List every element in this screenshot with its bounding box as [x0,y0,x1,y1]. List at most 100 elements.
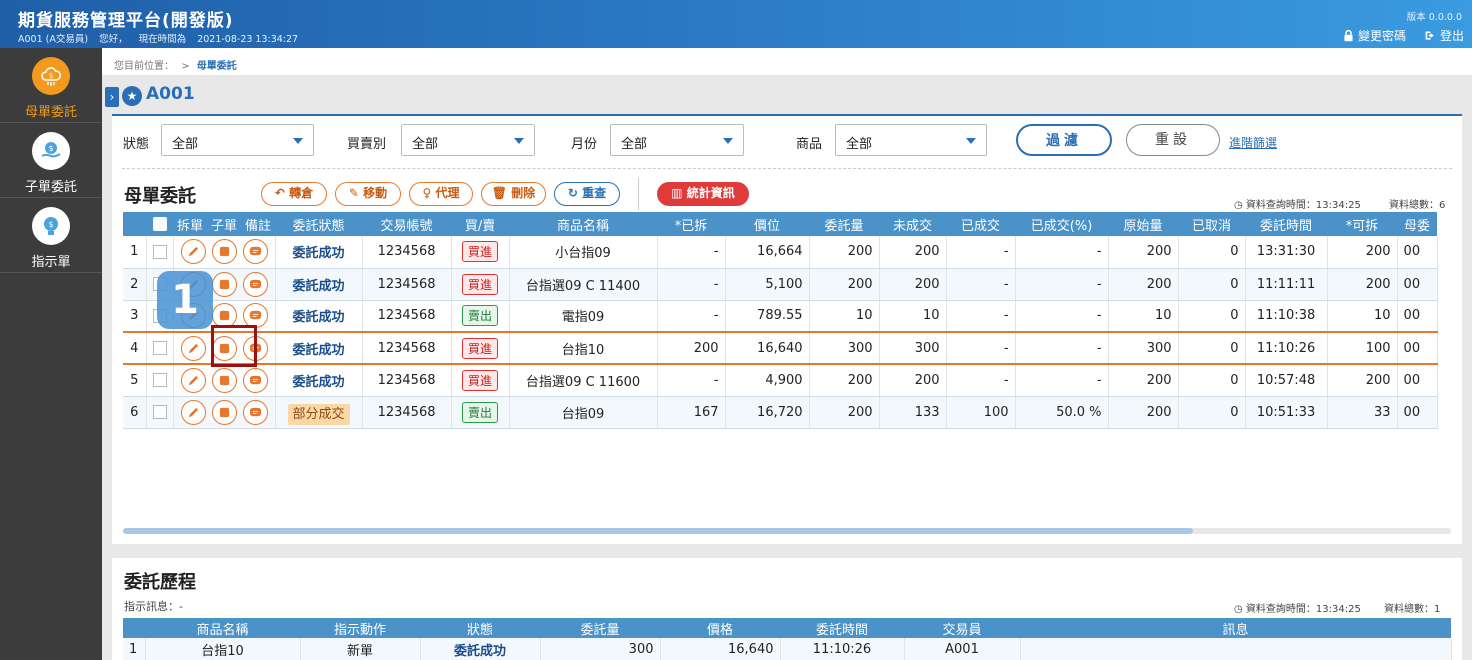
note-comment-icon[interactable] [242,399,268,425]
table-row[interactable]: 2 委託成功 1234568 買進 台指選09 C 11400-5,100 200 200-… [123,268,1438,301]
cell-split-qty: - [657,300,726,333]
table-row[interactable]: 3 委託成功 1234568 賣出 電指09-789.55 10 10- -10 0 11:10:… [123,300,1438,333]
row-checkbox[interactable] [152,373,167,388]
cell-unfilled: 133 [879,396,947,429]
split-pencil-icon[interactable] [180,399,206,425]
chevron-down-icon [966,138,976,144]
user-name: A001 (A交易員) [18,34,89,45]
move-label: 移動 [363,186,388,200]
cell-no: 3 [123,300,147,333]
history-query-time: ◷ 資料查詢時間：13:34:25 [1234,604,1361,615]
history-cell-time: 11:10:26 [780,638,905,660]
cell-checkbox[interactable] [146,396,174,429]
hcol-price: 價格 [660,618,780,638]
col-select-all[interactable] [146,212,173,236]
advanced-filter-link[interactable]: 進階篩選 [1229,134,1277,151]
note-comment-icon[interactable] [242,367,268,393]
cell-checkbox[interactable] [146,364,174,397]
breadcrumb-current[interactable]: 母單委託 [197,61,237,72]
table-row[interactable]: 5 委託成功 1234568 買進 台指選09 C 11600-4,900 200 200-… [123,364,1438,397]
row-checkbox[interactable] [152,405,167,419]
history-cell-status: 委託成功 [420,638,541,660]
col-split: 拆單 [173,212,208,236]
child-order-icon[interactable] [211,399,237,425]
cell-status: 委託成功 [275,236,363,269]
col-cancel: 已取消 [1178,212,1246,236]
logout-button[interactable]: 登出 [1424,27,1464,44]
status-select[interactable]: 全部 [161,124,314,156]
history-header-row: 商品名稱 指示動作 狀態 委託量 價格 委託時間 交易員 訊息 [123,618,1451,638]
cell-can-split: 200 [1327,268,1398,301]
move-button[interactable]: ✎ 移動 [335,182,401,206]
sidebar-item-child-orders[interactable]: $ 子單委託 [0,123,102,198]
cell-actions [173,236,276,269]
scrollbar-thumb[interactable] [123,528,1193,534]
cell-filled-pct: - [1015,236,1109,269]
cell-product: 台指10 [509,331,658,365]
split-pencil-icon[interactable] [180,335,206,361]
history-cell-no: 1 [123,638,146,660]
sidebar-toggle-button[interactable]: › [105,87,119,107]
parent-order-table: 拆單 子單 備註 委託狀態 交易帳號 買/賣 商品名稱 *已拆 價位 委託量 未… [123,212,1438,429]
cell-unfilled: 200 [879,364,947,397]
side-select[interactable]: 全部 [401,124,535,156]
status-text: 委託成功 [292,374,345,390]
split-pencil-icon[interactable] [180,367,206,393]
cell-product: 電指09 [509,300,658,333]
month-select[interactable]: 全部 [610,124,744,156]
cell-status: 委託成功 [275,331,363,365]
sidebar-item-parent-orders[interactable]: $ 母單委託 [0,48,102,123]
split-pencil-icon[interactable] [180,239,206,265]
cell-checkbox[interactable] [146,236,174,269]
row-checkbox[interactable] [152,244,167,259]
change-password-button[interactable]: 變更密碼 [1342,27,1406,44]
svg-text:$: $ [49,72,53,80]
cell-split-qty: - [657,236,726,269]
cell-no: 6 [123,396,147,429]
proxy-button[interactable]: ♀ 代理 [409,182,473,206]
history-info: 指示訊息：- [124,600,183,613]
note-comment-icon[interactable] [242,239,268,265]
sidebar-item-instructions[interactable]: $ 指示單 [0,198,102,273]
month-filter-label: 月份 [571,137,598,152]
status-text: 委託成功 [292,278,345,294]
col-parent: 母委 [1397,212,1438,236]
horizontal-scrollbar[interactable] [123,528,1451,534]
select-all-checkbox[interactable] [152,217,167,231]
col-side: 買/賣 [451,212,510,236]
cell-can-split: 10 [1327,300,1398,333]
cell-unfilled: 200 [879,268,947,301]
delete-button[interactable]: 🗑 刪除 [481,182,546,206]
product-select[interactable]: 全部 [835,124,987,156]
child-order-icon[interactable] [211,271,237,297]
cell-can-split: 200 [1327,364,1398,397]
table-row[interactable]: 6 部分成交 1234568 賣出 台指09 167 16,720 200 133 100 50.0… [123,396,1438,429]
cell-account: 1234568 [362,364,452,397]
child-order-icon[interactable] [211,367,237,393]
note-comment-icon[interactable] [242,271,268,297]
parent-order-table-wrap[interactable]: 拆單 子單 備註 委託狀態 交易帳號 買/賣 商品名稱 *已拆 價位 委託量 未… [123,212,1451,532]
transfer-button[interactable]: ↶ 轉倉 [261,182,327,206]
table-row[interactable]: 4 委託成功 1234568 買進 台指10 200 16,640 300 300- -300 0 1… [123,331,1438,365]
stats-label: 統計資訊 [686,186,735,200]
sidebar: $ 母單委託 $ 子單委託 $ 指示單 [0,48,102,660]
side-badge: 買進 [462,273,499,295]
table-row[interactable]: 1 委託成功 1234568 買進 小台指09-16,664 200 200- -200 0 13… [123,236,1438,269]
filter-button[interactable]: 過濾 [1016,124,1112,156]
col-product: 商品名稱 [509,212,658,236]
row-checkbox[interactable] [152,341,167,355]
cell-time: 10:57:48 [1245,364,1328,397]
child-order-icon[interactable] [211,239,237,265]
cell-product: 台指09 [509,396,658,429]
proxy-label: 代理 [435,186,460,200]
cell-unfilled: 300 [879,331,947,365]
history-row[interactable]: 1 台指10 新單 委託成功 300 16,640 11:10:26 A001 [123,638,1452,660]
requery-button[interactable]: ↻ 重查 [554,182,620,206]
cell-price: 5,100 [725,268,810,301]
breadcrumb: 您目前位置： > 母單委託 [102,48,1472,75]
cell-checkbox[interactable] [146,331,174,365]
stats-button[interactable]: ▥ 統計資訊 [657,182,749,206]
reset-button[interactable]: 重設 [1126,124,1220,156]
cell-time: 10:51:33 [1245,396,1328,429]
hcol-qty: 委託量 [540,618,660,638]
